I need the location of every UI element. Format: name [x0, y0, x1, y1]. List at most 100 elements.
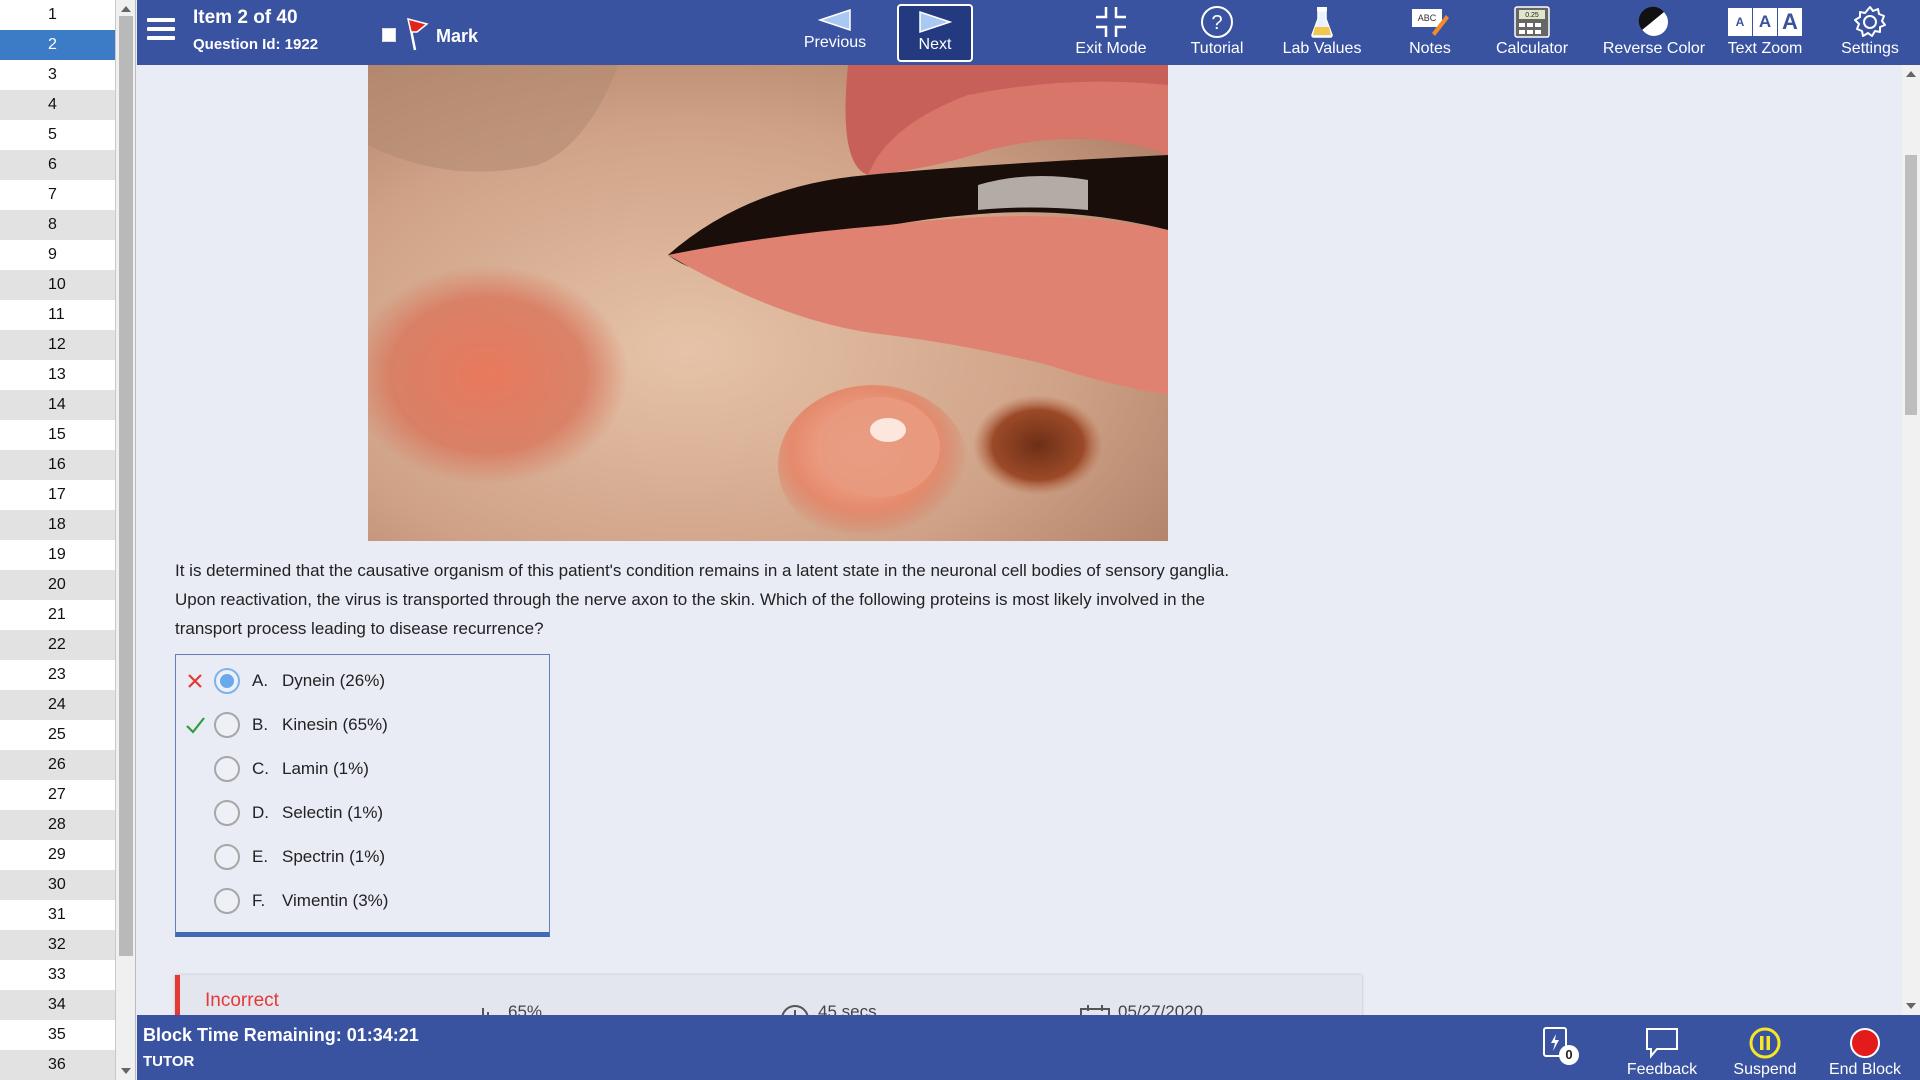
- notes-button[interactable]: ABC Notes: [1390, 4, 1470, 62]
- answer-radio[interactable]: [214, 800, 240, 826]
- question-number-item[interactable]: 29: [0, 840, 115, 870]
- question-number-item[interactable]: 7: [0, 180, 115, 210]
- suspend-button[interactable]: Suspend: [1722, 1025, 1808, 1079]
- flashcard-count-badge: 0: [1559, 1045, 1579, 1065]
- question-number-item[interactable]: 9: [0, 240, 115, 270]
- question-number-item[interactable]: 35: [0, 1020, 115, 1050]
- question-number-item[interactable]: 15: [0, 420, 115, 450]
- answer-radio[interactable]: [214, 712, 240, 738]
- question-number-item[interactable]: 23: [0, 660, 115, 690]
- answer-letter: E.: [252, 847, 269, 866]
- answer-text: Vimentin (3%): [282, 891, 389, 910]
- question-number-item[interactable]: 10: [0, 270, 115, 300]
- flask-icon: [1311, 7, 1333, 38]
- answer-choice[interactable]: F. Vimentin (3%): [176, 879, 549, 923]
- question-number-item[interactable]: 18: [0, 510, 115, 540]
- question-number-item[interactable]: 32: [0, 930, 115, 960]
- question-number-item[interactable]: 16: [0, 450, 115, 480]
- scroll-down-arrow-icon[interactable]: [121, 1068, 131, 1074]
- question-number-item[interactable]: 27: [0, 780, 115, 810]
- answer-text: Spectrin (1%): [282, 847, 385, 866]
- question-number-item[interactable]: 4: [0, 90, 115, 120]
- content-scrollbar[interactable]: [1902, 65, 1920, 1015]
- calculator-button[interactable]: 0.25 Calculator: [1482, 4, 1582, 62]
- svg-text:?: ?: [1211, 12, 1222, 34]
- reverse-color-label: Reverse Color: [1602, 40, 1706, 57]
- answer-text: Dynein (26%): [282, 671, 385, 690]
- answer-radio[interactable]: [214, 756, 240, 782]
- answer-text: Lamin (1%): [282, 759, 369, 778]
- question-number-item[interactable]: 26: [0, 750, 115, 780]
- question-number-item[interactable]: 31: [0, 900, 115, 930]
- answer-radio[interactable]: [214, 844, 240, 870]
- item-title: Item 2 of 40: [193, 7, 298, 28]
- lab-values-button[interactable]: Lab Values: [1272, 4, 1372, 62]
- answer-choice[interactable]: D. Selectin (1%): [176, 791, 549, 835]
- question-number-item[interactable]: 25: [0, 720, 115, 750]
- answer-radio[interactable]: [214, 668, 240, 694]
- block-time-remaining: Block Time Remaining: 01:34:21: [143, 1025, 419, 1045]
- settings-label: Settings: [1841, 40, 1899, 57]
- answer-choice[interactable]: A. Dynein (26%): [176, 659, 549, 703]
- answer-choices: A. Dynein (26%) B. Kinesin (65%) C. Lamin (1%…: [175, 654, 550, 937]
- end-block-button[interactable]: End Block: [1818, 1025, 1912, 1079]
- clock-icon: [781, 1005, 809, 1015]
- tutorial-button[interactable]: ? Tutorial: [1177, 4, 1257, 62]
- calculator-icon: 0.25: [1514, 6, 1550, 38]
- question-number-item[interactable]: 30: [0, 870, 115, 900]
- answer-choice[interactable]: B. Kinesin (65%): [176, 703, 549, 747]
- lab-values-label: Lab Values: [1282, 40, 1362, 57]
- question-number-item[interactable]: 24: [0, 690, 115, 720]
- answer-letter: C.: [252, 759, 269, 778]
- stop-icon: [1850, 1028, 1880, 1058]
- answer-radio[interactable]: [214, 888, 240, 914]
- previous-button[interactable]: Previous: [797, 4, 873, 62]
- question-number-item[interactable]: 33: [0, 960, 115, 990]
- question-number-item[interactable]: 21: [0, 600, 115, 630]
- answer-choice[interactable]: C. Lamin (1%): [176, 747, 549, 791]
- question-content: It is determined that the causative orga…: [137, 65, 1902, 1015]
- question-number-item[interactable]: 19: [0, 540, 115, 570]
- exit-mode-button[interactable]: Exit Mode: [1071, 4, 1151, 62]
- question-number-item[interactable]: 5: [0, 120, 115, 150]
- question-number-item[interactable]: 20: [0, 570, 115, 600]
- scrollbar-thumb[interactable]: [119, 16, 133, 956]
- question-number-item[interactable]: 6: [0, 150, 115, 180]
- answer-text: Selectin (1%): [282, 803, 384, 822]
- scroll-down-arrow-icon[interactable]: [1906, 1003, 1916, 1009]
- scrollbar-thumb[interactable]: [1905, 155, 1917, 415]
- question-number-item[interactable]: 8: [0, 210, 115, 240]
- text-zoom-button[interactable]: A A A Text Zoom: [1720, 4, 1810, 62]
- menu-hamburger-icon[interactable]: [147, 18, 175, 42]
- percent-correct-stat: 65%: [480, 1002, 542, 1015]
- question-number-item[interactable]: 11: [0, 300, 115, 330]
- settings-button[interactable]: Settings: [1830, 4, 1910, 62]
- scroll-up-arrow-icon[interactable]: [1906, 71, 1916, 77]
- flashcards-button[interactable]: 0: [1535, 1025, 1579, 1065]
- question-list-scrollbar[interactable]: [116, 0, 136, 1080]
- feedback-button[interactable]: Feedback: [1617, 1025, 1707, 1079]
- question-number-item[interactable]: 3: [0, 60, 115, 90]
- question-number-item[interactable]: 34: [0, 990, 115, 1020]
- arrow-right-icon: [919, 10, 953, 34]
- question-number-item[interactable]: 36: [0, 1050, 115, 1080]
- next-button[interactable]: Next: [897, 4, 973, 62]
- mark-label[interactable]: Mark: [436, 26, 478, 47]
- feedback-label: Feedback: [1626, 1061, 1698, 1078]
- question-number-item[interactable]: 1: [0, 0, 115, 30]
- scroll-up-arrow-icon[interactable]: [121, 6, 131, 12]
- result-summary-bar: Incorrect 65% 45 secs 05/27/2020: [175, 975, 1362, 1015]
- answer-choice[interactable]: E. Spectrin (1%): [176, 835, 549, 879]
- question-number-item[interactable]: 28: [0, 810, 115, 840]
- question-list: 1 2 3 4 5 6 7 8 9 10 11 12 13 14 15 16 17 18 19 20 21 22 23 24 2…: [0, 0, 116, 1080]
- question-number-item[interactable]: 14: [0, 390, 115, 420]
- question-number-item[interactable]: 2: [0, 30, 115, 60]
- question-number-item[interactable]: 22: [0, 630, 115, 660]
- mark-checkbox[interactable]: [382, 28, 396, 42]
- question-stem: It is determined that the causative orga…: [175, 556, 1475, 643]
- question-number-item[interactable]: 17: [0, 480, 115, 510]
- question-number-item[interactable]: 13: [0, 360, 115, 390]
- flag-icon[interactable]: [403, 16, 431, 52]
- question-number-item[interactable]: 12: [0, 330, 115, 360]
- reverse-color-button[interactable]: Reverse Color: [1589, 4, 1719, 62]
